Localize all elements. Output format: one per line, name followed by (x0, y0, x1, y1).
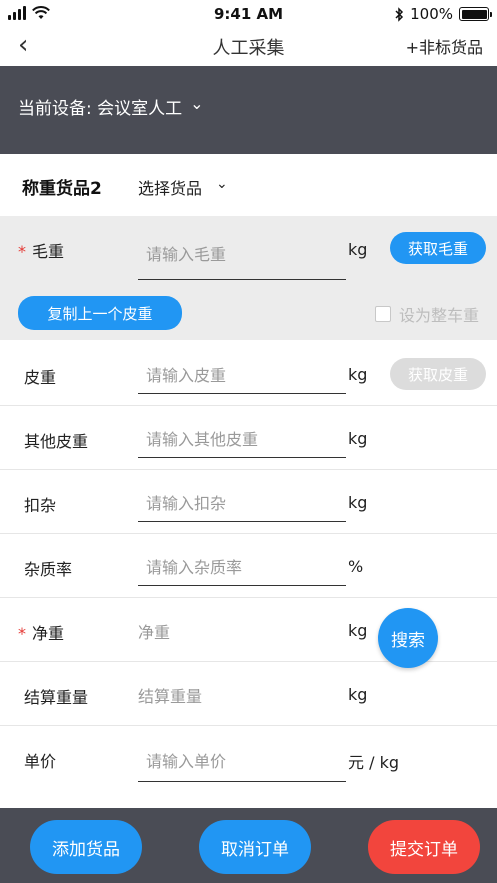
device-label: 当前设备: 会议室人工 (18, 99, 183, 119)
settlement-weight-row: 结算重量 结算重量 kg (0, 662, 497, 726)
unit-price-input[interactable] (138, 742, 346, 782)
goods-select-label: 选择货品 (138, 179, 203, 198)
checkbox-icon (374, 306, 391, 322)
other-tare-unit: kg (348, 429, 368, 448)
other-tare-row: 其他皮重 kg (0, 406, 497, 470)
whole-truck-checkbox[interactable]: 设为整车重 (374, 302, 479, 326)
fetch-tare-weight-button[interactable]: 获取皮重 (390, 358, 486, 390)
submit-order-button[interactable]: 提交订单 (368, 820, 480, 874)
device-bar: 当前设备: 会议室人工 ⌄ (0, 66, 497, 154)
gross-weight-input[interactable] (138, 230, 346, 280)
deduction-label: 扣杂 (24, 496, 57, 515)
other-tare-input[interactable] (138, 422, 346, 458)
chevron-down-icon: ⌄ (216, 176, 228, 192)
nav-bar: ‹ 人工采集 +非标货品 (0, 30, 497, 66)
bottom-action-bar: 添加货品 取消订单 提交订单 (0, 808, 497, 883)
impurity-rate-unit: % (348, 557, 364, 576)
unit-price-unit: 元 / kg (348, 753, 399, 772)
deduction-row: 扣杂 kg (0, 470, 497, 534)
deduction-input[interactable] (138, 486, 346, 522)
impurity-rate-input[interactable] (138, 550, 346, 586)
net-weight-value: 净重 (138, 623, 171, 642)
deduction-unit: kg (348, 493, 368, 512)
gross-weight-unit: kg (348, 240, 368, 259)
required-mark: * (18, 624, 26, 643)
settlement-weight-label: 结算重量 (24, 688, 89, 707)
settlement-weight-value: 结算重量 (138, 687, 203, 706)
gross-weight-section: *毛重 kg 获取毛重 复制上一个皮重 设为整车重 (0, 216, 497, 340)
unit-price-row: 单价 元 / kg (0, 726, 497, 792)
status-bar: 9:41 AM 100% (0, 0, 497, 30)
bluetooth-icon (395, 6, 404, 22)
net-weight-unit: kg (348, 621, 368, 640)
whole-truck-label: 设为整车重 (398, 306, 479, 325)
device-selector[interactable]: 当前设备: 会议室人工 ⌄ (18, 94, 204, 119)
goods-select[interactable]: 选择货品 ⌄ (138, 175, 228, 199)
gross-weight-label: * 毛重 (18, 242, 65, 261)
impurity-rate-row: 杂质率 % (0, 534, 497, 598)
battery-icon (459, 7, 492, 21)
search-button[interactable]: 搜索 (378, 608, 438, 668)
settlement-weight-unit: kg (348, 685, 368, 704)
tare-label: 皮重 (24, 368, 57, 387)
tare-unit: kg (348, 365, 368, 384)
add-goods-button[interactable]: 添加货品 (30, 820, 142, 874)
tare-row: 皮重 kg 获取皮重 (0, 342, 497, 406)
chevron-down-icon: ⌄ (190, 94, 204, 113)
net-weight-label: * 净重 (18, 624, 65, 643)
other-tare-label: 其他皮重 (24, 432, 89, 451)
fetch-gross-weight-button[interactable]: 获取毛重 (390, 232, 486, 264)
goods-label: 称重货品2 (22, 179, 102, 199)
required-mark: * (18, 242, 26, 261)
add-nonstandard-goods-button[interactable]: +非标货品 (406, 34, 483, 58)
unit-price-label: 单价 (24, 752, 57, 771)
impurity-rate-label: 杂质率 (24, 560, 73, 579)
goods-row: 称重货品2 选择货品 ⌄ (0, 154, 497, 216)
cancel-order-button[interactable]: 取消订单 (199, 820, 311, 874)
tare-input[interactable] (138, 358, 346, 394)
copy-previous-tare-button[interactable]: 复制上一个皮重 (18, 296, 182, 330)
battery-percent: 100% (410, 5, 453, 23)
